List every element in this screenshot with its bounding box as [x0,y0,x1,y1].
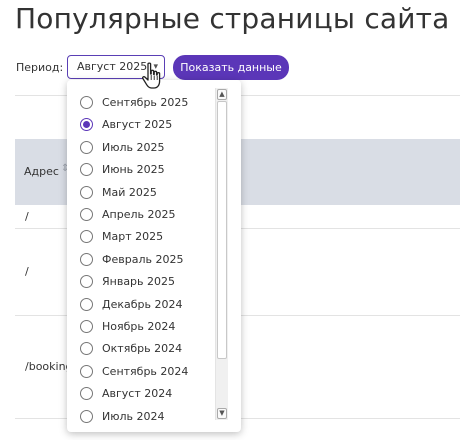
period-option[interactable]: Февраль 2025 [67,250,223,272]
period-option[interactable]: Апрель 2025 [67,205,223,227]
period-option[interactable]: Декабрь 2024 [67,295,223,317]
show-data-button[interactable]: Показать данные [173,55,289,80]
radio-unchecked-icon[interactable] [80,230,93,244]
period-label: Период: [16,61,64,74]
radio-unchecked-icon[interactable] [80,364,93,378]
radio-unchecked-icon[interactable] [80,140,93,154]
period-option-label[interactable]: Март 2025 [102,230,163,243]
period-option-label[interactable]: Декабрь 2024 [102,298,183,311]
period-option-label[interactable]: Сентябрь 2024 [102,365,188,378]
page-title: Популярные страницы сайта [15,2,450,35]
scroll-up-arrow-icon[interactable]: ▲ [217,89,227,100]
period-option[interactable]: Ноябрь 2024 [67,317,223,339]
period-dropdown-list[interactable]: Сентябрь 2025 Август 2025 Июль 2025 Июнь 20… [67,80,241,432]
period-option-label[interactable]: Ноябрь 2024 [102,320,175,333]
radio-unchecked-icon[interactable] [80,387,93,401]
radio-unchecked-icon[interactable] [80,320,93,333]
period-option-label[interactable]: Апрель 2025 [102,208,175,221]
radio-checked-icon[interactable] [80,118,93,132]
period-option[interactable]: Сентябрь 2024 [67,362,223,384]
radio-unchecked-icon[interactable] [80,252,93,266]
radio-unchecked-icon[interactable] [80,275,93,289]
table-cell-address[interactable]: / [25,265,29,278]
period-option[interactable]: Июль 2025 [67,138,223,160]
period-option-label[interactable]: Январь 2025 [102,275,175,288]
scroll-down-arrow-icon[interactable]: ▼ [217,408,227,419]
radio-unchecked-icon[interactable] [80,297,93,311]
period-option[interactable]: Август 2024 [67,384,223,406]
period-option[interactable]: Март 2025 [67,227,223,249]
scrollbar-thumb[interactable] [217,101,227,359]
period-option[interactable]: Июль 2024 [67,407,223,429]
radio-unchecked-icon[interactable] [80,163,93,177]
table-cell-address[interactable]: / [25,210,29,223]
period-option-label[interactable]: Июнь 2025 [102,163,165,176]
period-option-label[interactable]: Август 2025 [102,118,172,131]
period-option[interactable]: Май 2025 [67,183,223,205]
period-option-label[interactable]: Май 2025 [102,186,157,199]
period-option[interactable]: Август 2025 [67,115,223,137]
period-option[interactable]: Июнь 2025 [67,160,223,182]
period-option-label[interactable]: Сентябрь 2025 [102,96,188,109]
radio-unchecked-icon[interactable] [80,409,93,423]
radio-unchecked-icon[interactable] [80,96,93,109]
radio-unchecked-icon[interactable] [80,342,93,356]
hand-cursor-icon [142,62,161,89]
period-option[interactable]: Сентябрь 2025 [67,93,223,115]
period-select-value: Август 2025 [77,60,148,73]
period-option-label[interactable]: Август 2024 [102,387,172,400]
period-option-label[interactable]: Февраль 2025 [102,253,183,266]
period-option-label[interactable]: Июль 2024 [102,410,165,423]
radio-unchecked-icon[interactable] [80,185,93,199]
column-header-address[interactable]: Адрес [24,165,59,178]
period-option[interactable]: Январь 2025 [67,272,223,294]
radio-unchecked-icon[interactable] [80,208,93,221]
period-option[interactable]: Октябрь 2024 [67,339,223,361]
period-option-label[interactable]: Июль 2025 [102,141,165,154]
period-option-label[interactable]: Октябрь 2024 [102,342,182,355]
dropdown-scrollbar[interactable]: ▲ ▼ [215,88,228,420]
table-cell-address[interactable]: /booking [25,360,73,373]
